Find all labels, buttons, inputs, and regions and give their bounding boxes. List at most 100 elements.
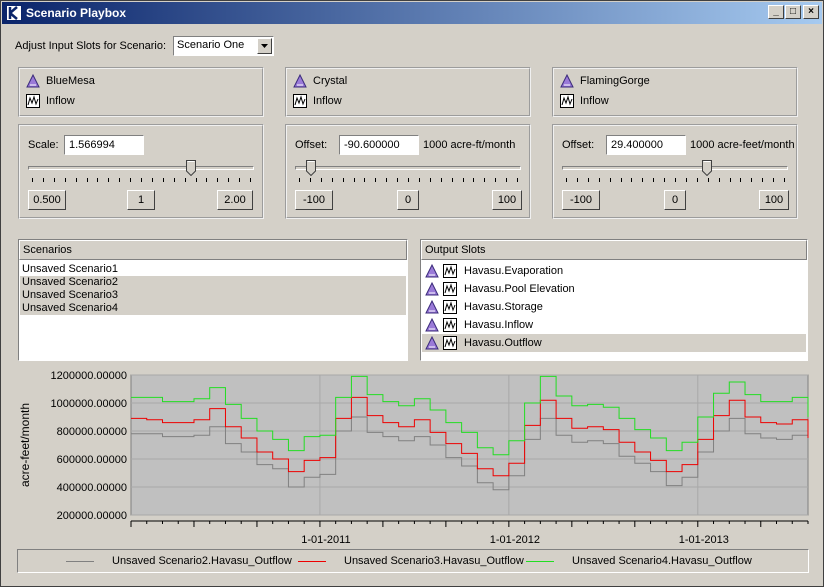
min-value-button[interactable]: -100 bbox=[295, 190, 333, 210]
slider-tick bbox=[729, 178, 731, 182]
adjust-box: Offset: 29.400000 1000 acre-feet/month -… bbox=[552, 124, 798, 219]
slider-tick bbox=[239, 178, 241, 182]
window-title: Scenario Playbox bbox=[26, 6, 127, 20]
scenario-item[interactable]: Unsaved Scenario4 bbox=[20, 302, 406, 315]
slider-tick bbox=[740, 178, 742, 182]
slider-tick bbox=[364, 178, 366, 182]
output-slot-item[interactable]: Havasu.Evaporation bbox=[422, 262, 806, 280]
series-slot-icon bbox=[26, 94, 40, 108]
slider-tick bbox=[151, 178, 153, 182]
adjust-value: 29.400000 bbox=[611, 139, 663, 151]
close-button[interactable]: × bbox=[803, 5, 819, 19]
scenario-item[interactable]: Unsaved Scenario3 bbox=[20, 289, 406, 302]
min-value-label: -100 bbox=[302, 194, 326, 206]
x-tick-label: 1-01-2013 bbox=[679, 534, 729, 545]
units-label: 1000 acre-ft/month bbox=[423, 139, 516, 151]
adjust-value-input[interactable]: 29.400000 bbox=[606, 135, 686, 155]
slider-tick bbox=[64, 178, 66, 182]
slot-name: Inflow bbox=[580, 95, 609, 107]
slot-name: Inflow bbox=[313, 95, 342, 107]
mid-value-label: 1 bbox=[137, 194, 145, 206]
slider-tick bbox=[250, 178, 251, 182]
output-slot-label: Havasu.Inflow bbox=[464, 319, 534, 331]
output-slots-list[interactable]: Output Slots Havasu.Evaporation Havasu.P… bbox=[420, 239, 808, 361]
scenario-item[interactable]: Unsaved Scenario1 bbox=[20, 263, 406, 276]
reservoir-icon bbox=[425, 335, 439, 356]
title-bar[interactable]: Scenario Playbox _ □ × bbox=[2, 2, 822, 24]
mid-value-button[interactable]: 0 bbox=[664, 190, 686, 210]
slider-tick bbox=[299, 178, 300, 182]
legend-label: Unsaved Scenario3.Havasu_Outflow bbox=[344, 555, 524, 567]
y-tick-label: 1200000.00000 bbox=[51, 370, 127, 382]
slider-tick bbox=[386, 178, 388, 182]
maximize-button[interactable]: □ bbox=[785, 5, 801, 19]
slider-tick bbox=[86, 178, 88, 182]
dropdown-arrow-button[interactable] bbox=[257, 38, 272, 54]
slider-thumb[interactable] bbox=[702, 160, 712, 177]
slider-tick bbox=[97, 178, 99, 182]
scenario-item[interactable]: Unsaved Scenario2 bbox=[20, 276, 406, 289]
series-slot-icon bbox=[293, 94, 307, 108]
output-slots-header[interactable]: Output Slots bbox=[421, 240, 807, 260]
slider-thumb[interactable] bbox=[306, 160, 316, 177]
outflow-chart[interactable]: 1200000.00000 1000000.00000 800000.00000 60… bbox=[18, 369, 809, 546]
scenarios-list[interactable]: Scenarios Unsaved Scenario1 Unsaved Scena… bbox=[18, 239, 408, 361]
slider-tick bbox=[473, 178, 475, 182]
adjust-mode-label: Scale: bbox=[28, 139, 59, 151]
mid-value-button[interactable]: 1 bbox=[127, 190, 155, 210]
slider-tick bbox=[320, 178, 322, 182]
slider-tick bbox=[418, 178, 420, 182]
slider-tick bbox=[429, 178, 431, 182]
scenario-select[interactable]: Scenario One bbox=[173, 36, 274, 56]
slider-tick bbox=[184, 178, 186, 182]
series-slot-icon bbox=[560, 94, 574, 108]
minimize-button[interactable]: _ bbox=[768, 5, 784, 19]
slider-tick bbox=[217, 178, 219, 182]
slider-track[interactable] bbox=[562, 166, 788, 170]
input-slot-box: FlamingGorge Inflow bbox=[552, 67, 798, 117]
slider-thumb[interactable] bbox=[186, 160, 196, 177]
scenarios-header[interactable]: Scenarios bbox=[19, 240, 407, 260]
y-tick-label: 1000000.00000 bbox=[51, 398, 127, 410]
output-slot-item[interactable]: Havasu.Pool Elevation bbox=[422, 280, 806, 298]
slider-tick bbox=[309, 178, 311, 182]
slider-tick bbox=[631, 178, 633, 182]
adjust-box: Scale: 1.566994 0.500 1 2.00 bbox=[18, 124, 264, 219]
slider-tick bbox=[440, 178, 442, 182]
reservoir-icon bbox=[293, 73, 307, 88]
chart-svg: 1200000.00000 1000000.00000 800000.00000 60… bbox=[18, 370, 809, 546]
min-value-button[interactable]: 0.500 bbox=[28, 190, 66, 210]
output-slot-item[interactable]: Havasu.Storage bbox=[422, 298, 806, 316]
slider-tick bbox=[484, 178, 486, 182]
slot-name: Inflow bbox=[46, 95, 75, 107]
slider-tick bbox=[353, 178, 355, 182]
slider-tick bbox=[173, 178, 175, 182]
slider-tick bbox=[162, 178, 164, 182]
series-slot-icon bbox=[443, 336, 457, 350]
min-value-button[interactable]: -100 bbox=[562, 190, 600, 210]
max-value-button[interactable]: 2.00 bbox=[217, 190, 253, 210]
slider-tick bbox=[228, 178, 230, 182]
max-value-button[interactable]: 100 bbox=[492, 190, 522, 210]
series-slot-icon bbox=[443, 264, 457, 278]
slider-tick bbox=[620, 178, 622, 182]
max-value-button[interactable]: 100 bbox=[759, 190, 789, 210]
object-name: BlueMesa bbox=[46, 75, 95, 87]
slider-tick bbox=[675, 178, 676, 182]
adjust-value-input[interactable]: -90.600000 bbox=[339, 135, 419, 155]
mid-value-label: 0 bbox=[404, 194, 412, 206]
legend-label: Unsaved Scenario4.Havasu_Outflow bbox=[572, 555, 752, 567]
adjust-value-input[interactable]: 1.566994 bbox=[64, 135, 144, 155]
output-slot-item[interactable]: Havasu.Inflow bbox=[422, 316, 806, 334]
slider-tick bbox=[784, 178, 785, 182]
series-slot-icon bbox=[443, 282, 457, 296]
slider-track[interactable] bbox=[295, 166, 521, 170]
slider-tick bbox=[42, 178, 44, 182]
slider-tick bbox=[451, 178, 453, 182]
slider-tick bbox=[108, 178, 110, 182]
mid-value-button[interactable]: 0 bbox=[397, 190, 419, 210]
slider-tick bbox=[206, 178, 208, 182]
scenarios-header-label: Scenarios bbox=[23, 244, 72, 256]
output-slot-item[interactable]: Havasu.Outflow bbox=[422, 334, 806, 352]
slider-track[interactable] bbox=[28, 166, 254, 170]
